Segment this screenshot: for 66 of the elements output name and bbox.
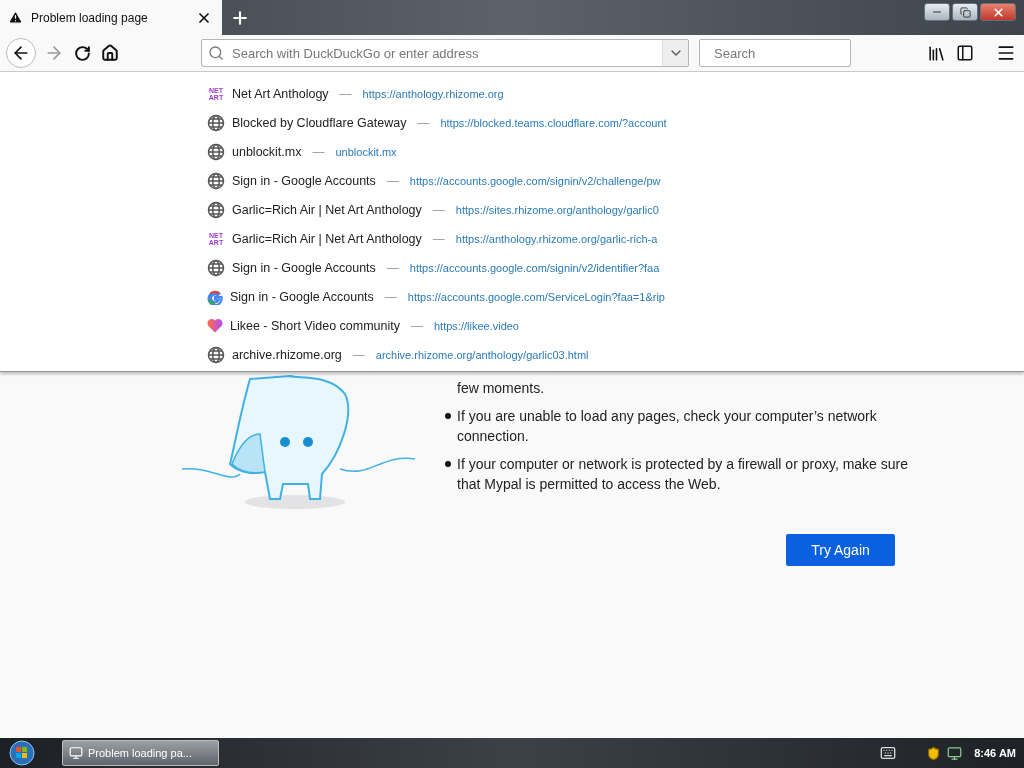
- reload-icon: [74, 44, 91, 62]
- search-icon: [208, 45, 224, 61]
- globe-icon: [207, 113, 225, 132]
- error-text: few moments.: [457, 379, 545, 398]
- suggestion-url: unblockit.mx: [335, 145, 397, 158]
- suggestion-url: https://likee.video: [434, 319, 519, 332]
- try-again-button[interactable]: Try Again: [786, 534, 895, 566]
- globe-icon: [207, 171, 225, 190]
- separator-dash: —: [384, 289, 397, 304]
- error-text: If your computer or network is protected by a firewall or proxy, make sure that Mypal is permitted to access the Web.: [457, 455, 910, 494]
- separator-dash: —: [432, 231, 445, 246]
- heart-icon: [207, 318, 223, 333]
- globe-icon: [207, 345, 225, 364]
- suggestion-url: https://anthology.rhizome.org: [362, 87, 504, 100]
- library-icon: [927, 43, 946, 63]
- shield-icon[interactable]: [926, 745, 942, 761]
- google-g-icon: [207, 288, 223, 305]
- restore-button[interactable]: [952, 3, 978, 21]
- network-icon[interactable]: [947, 745, 963, 761]
- globe-icon: [207, 258, 225, 277]
- error-text: If you are unable to load any pages, check your computer’s network connection.: [457, 407, 878, 446]
- separator-dash: —: [339, 86, 352, 101]
- tab-title: Problem loading page: [31, 10, 149, 25]
- start-button[interactable]: [6, 739, 38, 767]
- suggestion-url: https://accounts.google.com/signin/v2/identifier?faa: [409, 261, 660, 274]
- suggestion-item[interactable]: Sign in - Google Accounts — https://accounts.google.com/ServiceLogin?faa=1&rip: [0, 282, 1024, 311]
- separator-dash: —: [386, 260, 399, 275]
- suggestion-url: https://anthology.rhizome.org/garlic-rich-a: [455, 232, 658, 245]
- separator-dash: —: [432, 202, 445, 217]
- browser-tab[interactable]: Problem loading page: [0, 0, 222, 35]
- back-button[interactable]: [6, 38, 36, 68]
- suggestion-url: https://blocked.teams.cloudflare.com/?account: [440, 116, 667, 129]
- suggestion-url: https://accounts.google.com/ServiceLogin?faa=1&rip: [407, 290, 665, 303]
- suggestion-url: https://sites.rhizome.org/anthology/garlic0: [455, 203, 659, 216]
- separator-dash: —: [386, 173, 399, 188]
- suggestion-url: https://accounts.google.com/signin/v2/challenge/pw: [409, 174, 661, 187]
- address-bar[interactable]: Search with DuckDuckGo or enter address: [201, 39, 689, 67]
- suggestion-item[interactable]: Blocked by Cloudflare Gateway — https://blocked.teams.cloudflare.com/?account: [0, 108, 1024, 137]
- keyboard-icon[interactable]: [880, 745, 897, 761]
- menu-icon: [996, 43, 1016, 63]
- globe-icon: [207, 200, 225, 219]
- suggestion-item[interactable]: Sign in - Google Accounts — https://accounts.google.com/signin/v2/challenge/pw: [0, 166, 1024, 195]
- home-button[interactable]: [99, 42, 121, 64]
- taskbar-button[interactable]: Problem loading pa...: [62, 740, 219, 766]
- clock: 8:46 AM: [974, 747, 1016, 759]
- close-window-button[interactable]: [980, 3, 1016, 21]
- minimize-button[interactable]: [924, 3, 950, 21]
- restore-icon: [959, 6, 971, 18]
- suggestion-item[interactable]: archive.rhizome.org — archive.rhizome.org/anthology/garlic03.html: [0, 340, 1024, 369]
- suggestion-url: archive.rhizome.org/anthology/garlic03.html: [375, 348, 589, 361]
- suggestion-item[interactable]: Garlic=Rich Air | Net Art Anthology — https://sites.rhizome.org/anthology/garlic0: [0, 195, 1024, 224]
- home-icon: [101, 44, 119, 62]
- monitor-icon: [69, 746, 83, 760]
- sidebar-icon: [956, 44, 974, 62]
- suggestion-item[interactable]: Sign in - Google Accounts — https://accounts.google.com/signin/v2/identifier?faa: [0, 253, 1024, 282]
- separator-dash: —: [417, 115, 430, 130]
- suggestion-item[interactable]: Likee - Short Video community — https://likee.video: [0, 311, 1024, 340]
- globe-icon: [207, 142, 225, 161]
- search-bar[interactable]: Search: [699, 39, 851, 67]
- separator-dash: —: [352, 347, 365, 362]
- close-icon: [991, 5, 1005, 19]
- separator-dash: —: [312, 144, 325, 159]
- warning-icon: [8, 10, 23, 25]
- separator-dash: —: [411, 318, 423, 333]
- address-field[interactable]: Search with DuckDuckGo or enter address: [230, 44, 662, 62]
- suggestion-item[interactable]: unblockit.mx — unblockit.mx: [0, 137, 1024, 166]
